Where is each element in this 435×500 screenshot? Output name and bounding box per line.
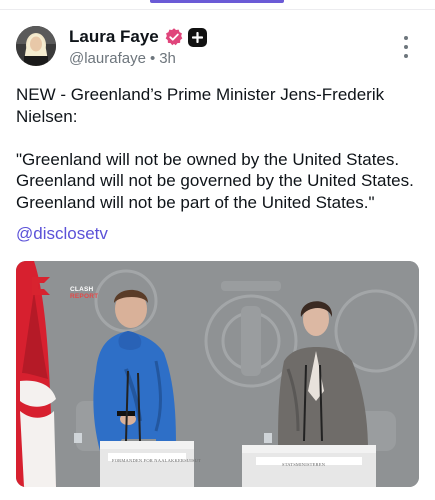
mention-link[interactable]: @disclosetv (16, 224, 108, 244)
right-lectern-label: STATSMINISTEREN (282, 462, 326, 467)
avatar[interactable] (16, 26, 56, 66)
post-body: NEW - Greenland’s Prime Minister Jens-Fr… (16, 84, 421, 213)
author-display-name[interactable]: Laura Faye (69, 27, 159, 47)
more-vertical-icon[interactable] (396, 36, 416, 58)
post-text-line: NEW - Greenland’s Prime Minister Jens-Fr… (16, 85, 385, 126)
post-text-quote: "Greenland will not be owned by the Unit… (16, 149, 414, 212)
meta-separator: • (149, 50, 156, 67)
top-divider (0, 9, 435, 10)
author-meta: @laurafaye • 3h (69, 50, 176, 67)
post-media-image[interactable]: CLASH REPORT FORMANDEN FOR NAALAKKERSUIS… (16, 261, 419, 487)
logo-line2: REPORT (70, 292, 99, 300)
avatar-image (16, 26, 56, 66)
left-lectern-label: FORMANDEN FOR NAALAKKERSUISUT (112, 458, 202, 463)
top-tab-indicator (150, 0, 284, 3)
author-handle[interactable]: @laurafaye (69, 50, 146, 67)
clash-report-logo: CLASH REPORT (30, 273, 98, 299)
plus-badge-icon (187, 27, 207, 47)
author-name-row[interactable]: Laura Faye (69, 27, 207, 47)
post-time[interactable]: 3h (159, 50, 176, 67)
verified-badge-icon (165, 28, 183, 46)
